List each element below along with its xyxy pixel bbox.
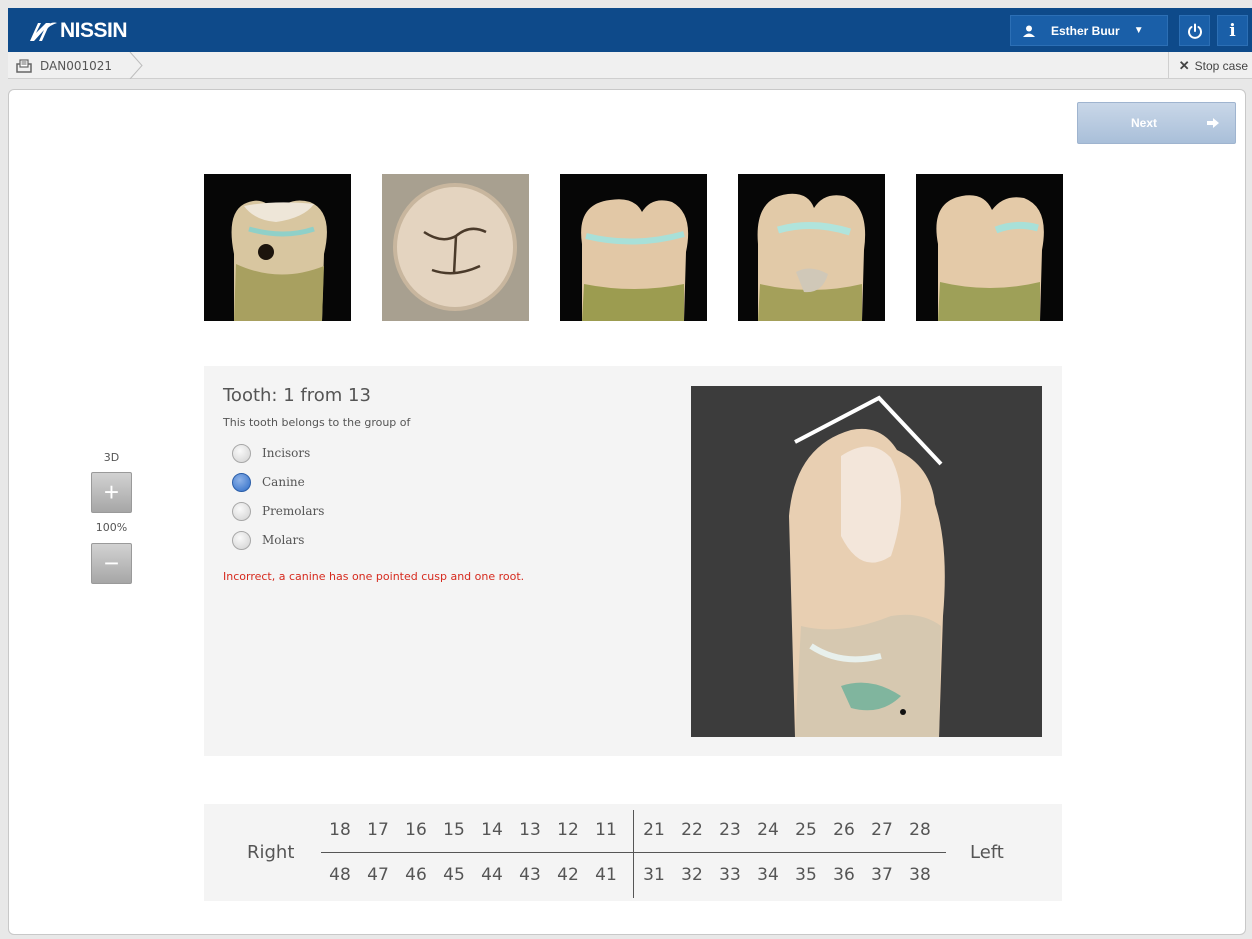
tooth-46[interactable]: 46 bbox=[404, 865, 428, 885]
plus-icon: + bbox=[103, 477, 120, 507]
breadcrumb-separator bbox=[129, 52, 143, 79]
tooth-37[interactable]: 37 bbox=[870, 865, 894, 885]
tooth-32[interactable]: 32 bbox=[680, 865, 704, 885]
close-icon: ✕ bbox=[1178, 57, 1190, 73]
tooth-35[interactable]: 35 bbox=[794, 865, 818, 885]
thumbnail-1[interactable] bbox=[204, 174, 351, 321]
thumbnail-5[interactable] bbox=[916, 174, 1063, 321]
tooth-photo-4-icon bbox=[738, 174, 885, 321]
tooth-photo-3-icon bbox=[560, 174, 707, 321]
breadcrumb-case[interactable]: DAN001021 bbox=[8, 52, 148, 79]
tooth-25[interactable]: 25 bbox=[794, 820, 818, 840]
option-molars[interactable]: Molars bbox=[232, 529, 304, 551]
feedback-message: Incorrect, a canine has one pointed cusp… bbox=[223, 570, 525, 583]
tooth-38[interactable]: 38 bbox=[908, 865, 932, 885]
logout-button[interactable] bbox=[1179, 15, 1210, 46]
zoom-level: 100% bbox=[95, 521, 128, 534]
tooth-14[interactable]: 14 bbox=[480, 820, 504, 840]
tooth-photo-2-icon bbox=[382, 174, 529, 321]
option-molars-label: Molars bbox=[262, 533, 305, 547]
stop-case-label: Stop case bbox=[1194, 58, 1248, 73]
stop-case-button[interactable]: ✕ Stop case bbox=[1167, 52, 1248, 79]
tooth-36[interactable]: 36 bbox=[832, 865, 856, 885]
thumbnail-3[interactable] bbox=[560, 174, 707, 321]
info-icon: i bbox=[1229, 20, 1236, 41]
tooth-17[interactable]: 17 bbox=[366, 820, 390, 840]
left-label: Left bbox=[970, 842, 1004, 863]
case-file-icon bbox=[16, 58, 32, 73]
tooth-44[interactable]: 44 bbox=[480, 865, 504, 885]
tooth-image bbox=[691, 386, 1042, 737]
question-panel: Tooth: 1 from 13 This tooth belongs to t… bbox=[204, 366, 1062, 756]
tooth-45[interactable]: 45 bbox=[442, 865, 466, 885]
option-incisors-label: Incisors bbox=[262, 446, 311, 460]
tooth-22[interactable]: 22 bbox=[680, 820, 704, 840]
tooth-15[interactable]: 15 bbox=[442, 820, 466, 840]
next-label: Next bbox=[1131, 116, 1158, 130]
radio-canine[interactable] bbox=[232, 472, 251, 492]
option-canine-label: Canine bbox=[262, 475, 305, 489]
tooth-33[interactable]: 33 bbox=[718, 865, 742, 885]
info-button[interactable]: i bbox=[1217, 15, 1248, 46]
nissin-logo-icon bbox=[30, 22, 57, 41]
option-canine[interactable]: Canine bbox=[232, 471, 305, 493]
tooth-11[interactable]: 11 bbox=[594, 820, 618, 840]
tooth-48[interactable]: 48 bbox=[328, 865, 352, 885]
thumbnail-4[interactable] bbox=[738, 174, 885, 321]
tooth-photo-5-icon bbox=[916, 174, 1063, 321]
breadcrumb-bar: DAN001021 ✕ Stop case bbox=[8, 52, 1252, 79]
thumbnail-2[interactable] bbox=[382, 174, 529, 321]
radio-premolars[interactable] bbox=[232, 501, 251, 521]
tooth-42[interactable]: 42 bbox=[556, 865, 580, 885]
minus-icon: − bbox=[103, 548, 120, 578]
tooth-23[interactable]: 23 bbox=[718, 820, 742, 840]
user-name: Esther Buur bbox=[1051, 23, 1120, 38]
tooth-27[interactable]: 27 bbox=[870, 820, 894, 840]
nissin-logo: NISSIN bbox=[28, 17, 128, 45]
tooth-number-chart: Right Left 18 17 16 15 14 13 12 11 21 22… bbox=[204, 804, 1062, 901]
option-incisors[interactable]: Incisors bbox=[232, 442, 310, 464]
option-premolars-label: Premolars bbox=[262, 504, 325, 518]
radio-molars[interactable] bbox=[232, 530, 251, 550]
tooth-34[interactable]: 34 bbox=[756, 865, 780, 885]
question-title: Tooth: 1 from 13 bbox=[223, 385, 371, 406]
tooth-13[interactable]: 13 bbox=[518, 820, 542, 840]
caret-down-icon: ▼ bbox=[1133, 25, 1144, 36]
next-button[interactable]: Next bbox=[1077, 102, 1236, 144]
user-menu-button[interactable]: Esther Buur ▼ bbox=[1010, 15, 1168, 46]
brand-name: NISSIN bbox=[60, 19, 128, 42]
question-prompt: This tooth belongs to the group of bbox=[223, 416, 411, 429]
power-icon bbox=[1187, 23, 1202, 39]
vertical-divider bbox=[633, 810, 634, 898]
radio-incisors[interactable] bbox=[232, 443, 251, 463]
top-bar: NISSIN Esther Buur ▼ i bbox=[8, 8, 1252, 52]
tooth-photo-1-icon bbox=[204, 174, 351, 321]
right-label: Right bbox=[247, 842, 295, 863]
zoom-out-button[interactable]: − bbox=[91, 543, 132, 584]
user-icon bbox=[1023, 25, 1035, 37]
tooth-43[interactable]: 43 bbox=[518, 865, 542, 885]
tooth-26[interactable]: 26 bbox=[832, 820, 856, 840]
tooth-12[interactable]: 12 bbox=[556, 820, 580, 840]
tooth-24[interactable]: 24 bbox=[756, 820, 780, 840]
tooth-31[interactable]: 31 bbox=[642, 865, 666, 885]
tooth-41[interactable]: 41 bbox=[594, 865, 618, 885]
option-premolars[interactable]: Premolars bbox=[232, 500, 324, 522]
case-id: DAN001021 bbox=[40, 58, 113, 73]
tooth-47[interactable]: 47 bbox=[366, 865, 390, 885]
tooth-16[interactable]: 16 bbox=[404, 820, 428, 840]
tooth-18[interactable]: 18 bbox=[328, 820, 352, 840]
tooth-28[interactable]: 28 bbox=[908, 820, 932, 840]
zoom-mode-label: 3D bbox=[103, 451, 120, 464]
zoom-in-button[interactable]: + bbox=[91, 472, 132, 513]
arrow-right-icon bbox=[1207, 118, 1220, 128]
tooth-21[interactable]: 21 bbox=[642, 820, 666, 840]
main-panel: Next 3D + 100% − Tooth: 1 from 13 This t… bbox=[8, 89, 1246, 935]
